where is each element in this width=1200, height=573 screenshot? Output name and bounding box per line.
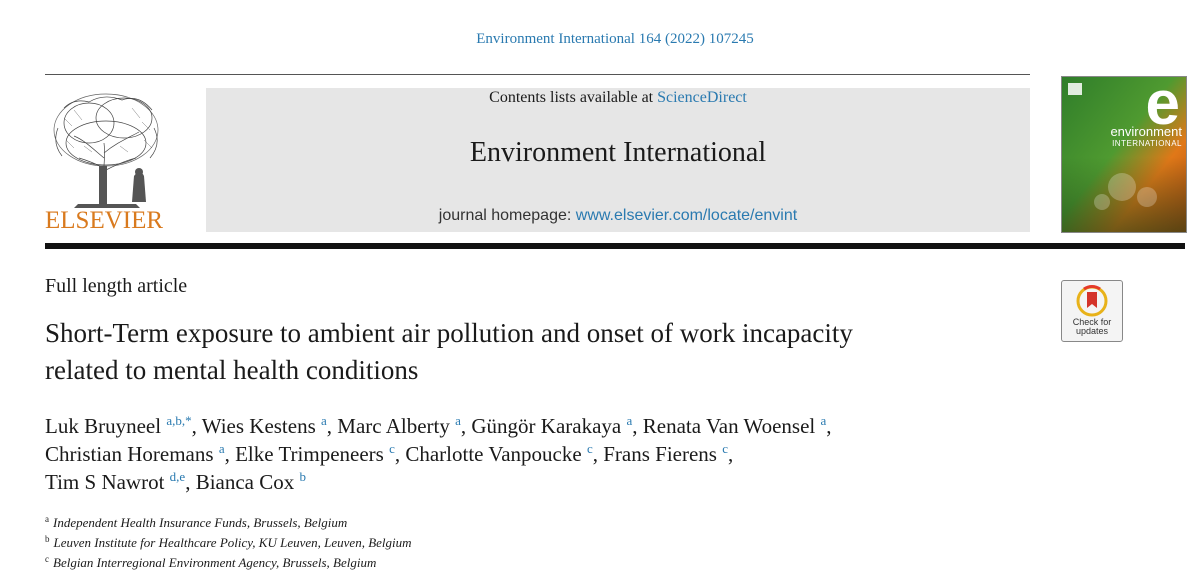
author-list: Luk Bruyneel a,b,*, Wies Kestens a, Marc… [45, 413, 832, 494]
header-divider [45, 74, 1030, 75]
check-for-updates-button[interactable]: Check for updates [1061, 280, 1123, 342]
affiliation-item: b Leuven Institute for Healthcare Policy,… [45, 534, 412, 551]
affiliation-list: a Independent Health Insurance Funds, Bru… [45, 513, 412, 573]
article-title-line2: related to mental health conditions [45, 355, 419, 385]
sciencedirect-link[interactable]: ScienceDirect [657, 89, 747, 106]
journal-citation[interactable]: Environment International 164 (2022) 107… [0, 31, 1200, 48]
author[interactable]: Marc Alberty a [337, 414, 461, 438]
article-type: Full length article [45, 275, 188, 297]
homepage-prefix: journal homepage: [438, 207, 576, 224]
journal-cover-image[interactable]: e environment INTERNATIONAL [1061, 76, 1187, 233]
author[interactable]: Charlotte Vanpoucke c [405, 442, 592, 466]
author[interactable]: Renata Van Woensel a [643, 414, 827, 438]
author[interactable]: Frans Fierens c [603, 442, 728, 466]
contents-line: Contents lists available at ScienceDirec… [206, 89, 1030, 107]
author[interactable]: Luk Bruyneel a,b,* [45, 414, 192, 438]
journal-header-box: Contents lists available at ScienceDirec… [206, 88, 1030, 232]
cover-title-sub: INTERNATIONAL [1112, 139, 1182, 148]
article-title: Short-Term exposure to ambient air pollu… [45, 315, 1035, 389]
author[interactable]: Tim S Nawrot d,e [45, 470, 185, 494]
homepage-link[interactable]: www.elsevier.com/locate/envint [576, 207, 797, 224]
elsevier-wordmark: ELSEVIER [45, 207, 164, 234]
affiliation-item: a Independent Health Insurance Funds, Bru… [45, 514, 348, 531]
homepage-line: journal homepage: www.elsevier.com/locat… [206, 207, 1030, 225]
cover-title-main: environment [1110, 124, 1182, 139]
author[interactable]: Wies Kestens a [202, 414, 327, 438]
author[interactable]: Bianca Cox b [196, 470, 306, 494]
author[interactable]: Güngör Karakaya a [471, 414, 632, 438]
author[interactable]: Elke Trimpeneers c [235, 442, 395, 466]
header-thick-rule [45, 243, 1185, 249]
article-title-line1: Short-Term exposure to ambient air pollu… [45, 318, 853, 348]
contents-prefix: Contents lists available at [489, 89, 658, 106]
author[interactable]: Christian Horemans a [45, 442, 225, 466]
cover-title: environment INTERNATIONAL [1110, 124, 1182, 150]
journal-name: Environment International [469, 137, 767, 168]
affiliation-item: c Belgian Interregional Environment Agenc… [45, 554, 377, 571]
bookmark-icon [1076, 284, 1108, 317]
check-for-updates-label: Check for updates [1072, 317, 1112, 336]
